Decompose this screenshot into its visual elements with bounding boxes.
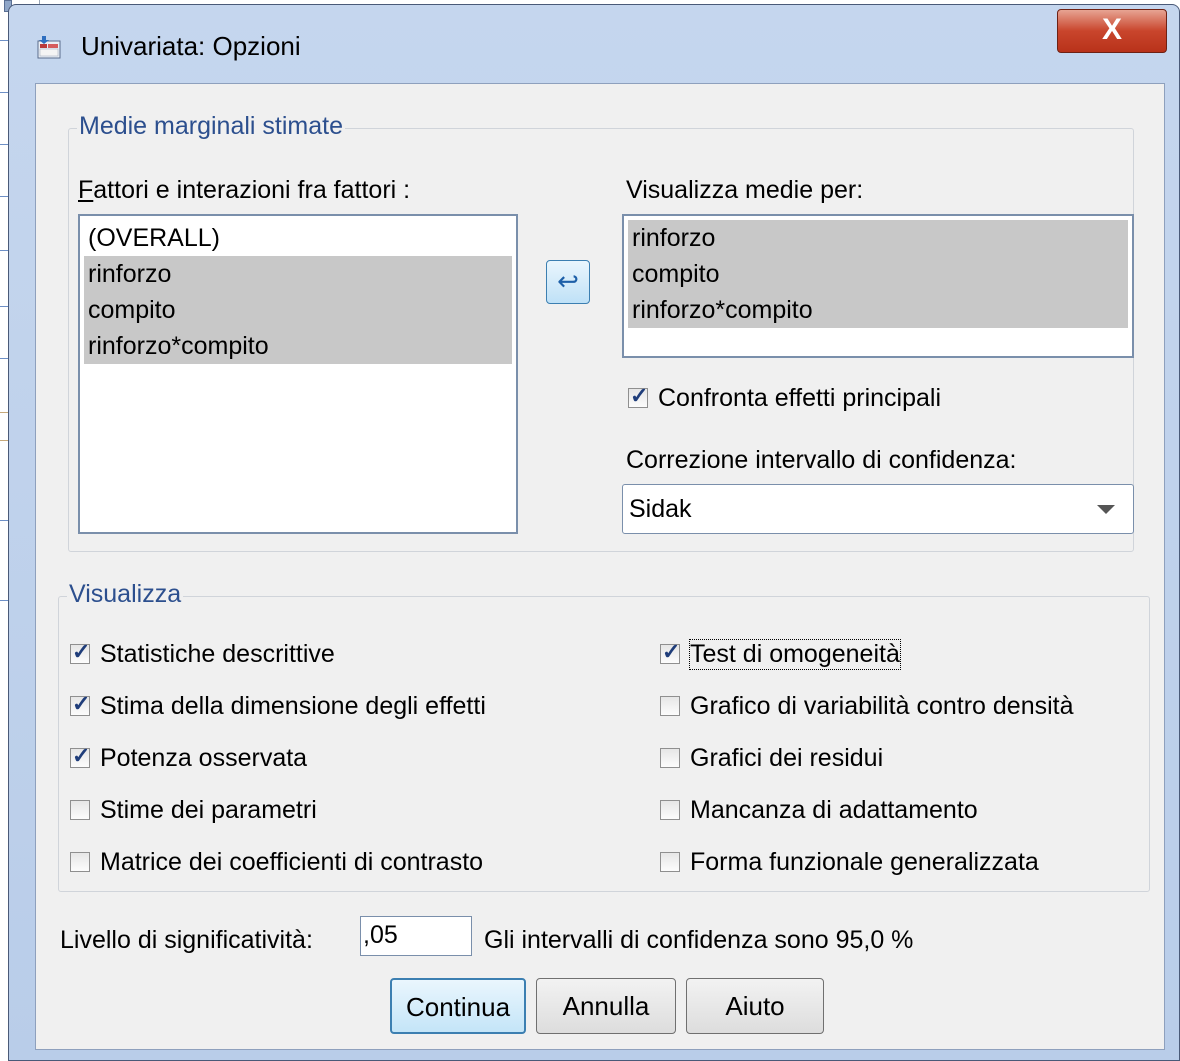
checkbox-icon: ✓ <box>628 383 648 408</box>
check-mark-icon: ✓ <box>72 743 91 768</box>
display-option-label: Grafici dei residui <box>690 743 884 772</box>
display-right-checkbox-0[interactable]: ✓ Test di omogeneità <box>660 636 901 672</box>
factor-list-item[interactable]: (OVERALL) <box>84 220 512 256</box>
display-option-label: Stima della dimensione degli effetti <box>100 691 486 720</box>
checkbox-icon: ✓ <box>70 743 90 768</box>
display-option-label: Forma funzionale generalizzata <box>690 847 1039 876</box>
display-left-checkbox-4[interactable]: Matrice dei coefficienti di contrasto <box>70 844 483 880</box>
factors-listbox[interactable]: (OVERALL) rinforzo compito rinforzo*compito <box>78 214 518 534</box>
cancel-button[interactable]: Annulla <box>536 978 676 1034</box>
display-left-checkbox-3[interactable]: Stime dei parametri <box>70 792 317 828</box>
checkbox-icon <box>660 696 680 716</box>
move-arrow-button[interactable]: ↩ <box>546 260 590 304</box>
factors-label: Fattori e interazioni fra fattori : <box>78 176 411 204</box>
arrow-left-icon: ↩ <box>557 266 579 296</box>
checkbox-icon <box>660 800 680 820</box>
app-icon <box>37 36 61 59</box>
display-left-checkbox-2[interactable]: ✓ Potenza osservata <box>70 740 307 776</box>
display-right-checkbox-2[interactable]: Grafici dei residui <box>660 740 883 776</box>
window-title: Univariata: Opzioni <box>81 31 301 61</box>
check-mark-icon: ✓ <box>72 639 91 664</box>
display-option-label: Mancanza di adattamento <box>690 795 978 824</box>
display-option-label: Statistiche descrittive <box>100 639 335 668</box>
display-means-label: Visualizza medie per: <box>626 176 864 204</box>
significance-input[interactable]: ,05 <box>360 916 472 956</box>
display-group-title: Visualizza <box>67 580 184 609</box>
display-means-list-item[interactable]: rinforzo <box>628 220 1128 256</box>
checkbox-icon <box>70 852 90 872</box>
correction-select[interactable]: Sidak <box>622 484 1134 534</box>
emm-group-title: Medie marginali stimate <box>77 112 345 141</box>
checkbox-icon <box>660 852 680 872</box>
factor-list-item[interactable]: rinforzo*compito <box>84 328 512 364</box>
close-button[interactable]: X <box>1057 9 1167 53</box>
display-option-label: Potenza osservata <box>100 743 308 772</box>
display-option-label: Test di omogeneità <box>689 638 901 670</box>
display-means-list-item[interactable]: compito <box>628 256 1128 292</box>
significance-label: Livello di significatività: <box>60 926 313 954</box>
display-right-checkbox-3[interactable]: Mancanza di adattamento <box>660 792 978 828</box>
continue-button[interactable]: Continua <box>390 978 526 1034</box>
check-mark-icon: ✓ <box>630 383 649 408</box>
checkbox-icon <box>660 748 680 768</box>
checkbox-icon: ✓ <box>70 691 90 716</box>
checkbox-icon <box>70 800 90 820</box>
options-dialog: Univariata: Opzioni X Medie marginali st… <box>8 4 1180 1061</box>
confidence-interval-text: Gli intervalli di confidenza sono 95,0 % <box>484 926 914 954</box>
help-button[interactable]: Aiuto <box>686 978 824 1034</box>
correction-label: Correzione intervallo di confidenza: <box>626 446 1017 474</box>
checkbox-icon: ✓ <box>70 639 90 664</box>
factor-list-item[interactable]: rinforzo <box>84 256 512 292</box>
factor-list-item[interactable]: compito <box>84 292 512 328</box>
display-right-checkbox-1[interactable]: Grafico di variabilità contro densità <box>660 688 1074 724</box>
compare-main-effects-label: Confronta effetti principali <box>658 383 942 412</box>
display-means-list-item[interactable]: rinforzo*compito <box>628 292 1128 328</box>
display-option-label: Stime dei parametri <box>100 795 317 824</box>
correction-value: Sidak <box>629 495 692 523</box>
compare-main-effects-checkbox[interactable]: ✓ Confronta effetti principali <box>628 380 941 416</box>
check-mark-icon: ✓ <box>72 691 91 716</box>
display-option-label: Matrice dei coefficienti di contrasto <box>100 847 484 876</box>
display-left-checkbox-0[interactable]: ✓ Statistiche descrittive <box>70 636 335 672</box>
display-option-label: Grafico di variabilità contro densità <box>690 691 1074 720</box>
check-mark-icon: ✓ <box>662 639 681 664</box>
dialog-client-area: Medie marginali stimate Fattori e intera… <box>35 83 1165 1050</box>
display-right-checkbox-4[interactable]: Forma funzionale generalizzata <box>660 844 1039 880</box>
title-bar[interactable]: Univariata: Opzioni X <box>9 5 1179 83</box>
display-means-listbox[interactable]: rinforzo compito rinforzo*compito <box>622 214 1134 358</box>
checkbox-icon: ✓ <box>660 639 680 664</box>
display-left-checkbox-1[interactable]: ✓ Stima della dimensione degli effetti <box>70 688 486 724</box>
chevron-down-icon <box>1097 505 1115 514</box>
